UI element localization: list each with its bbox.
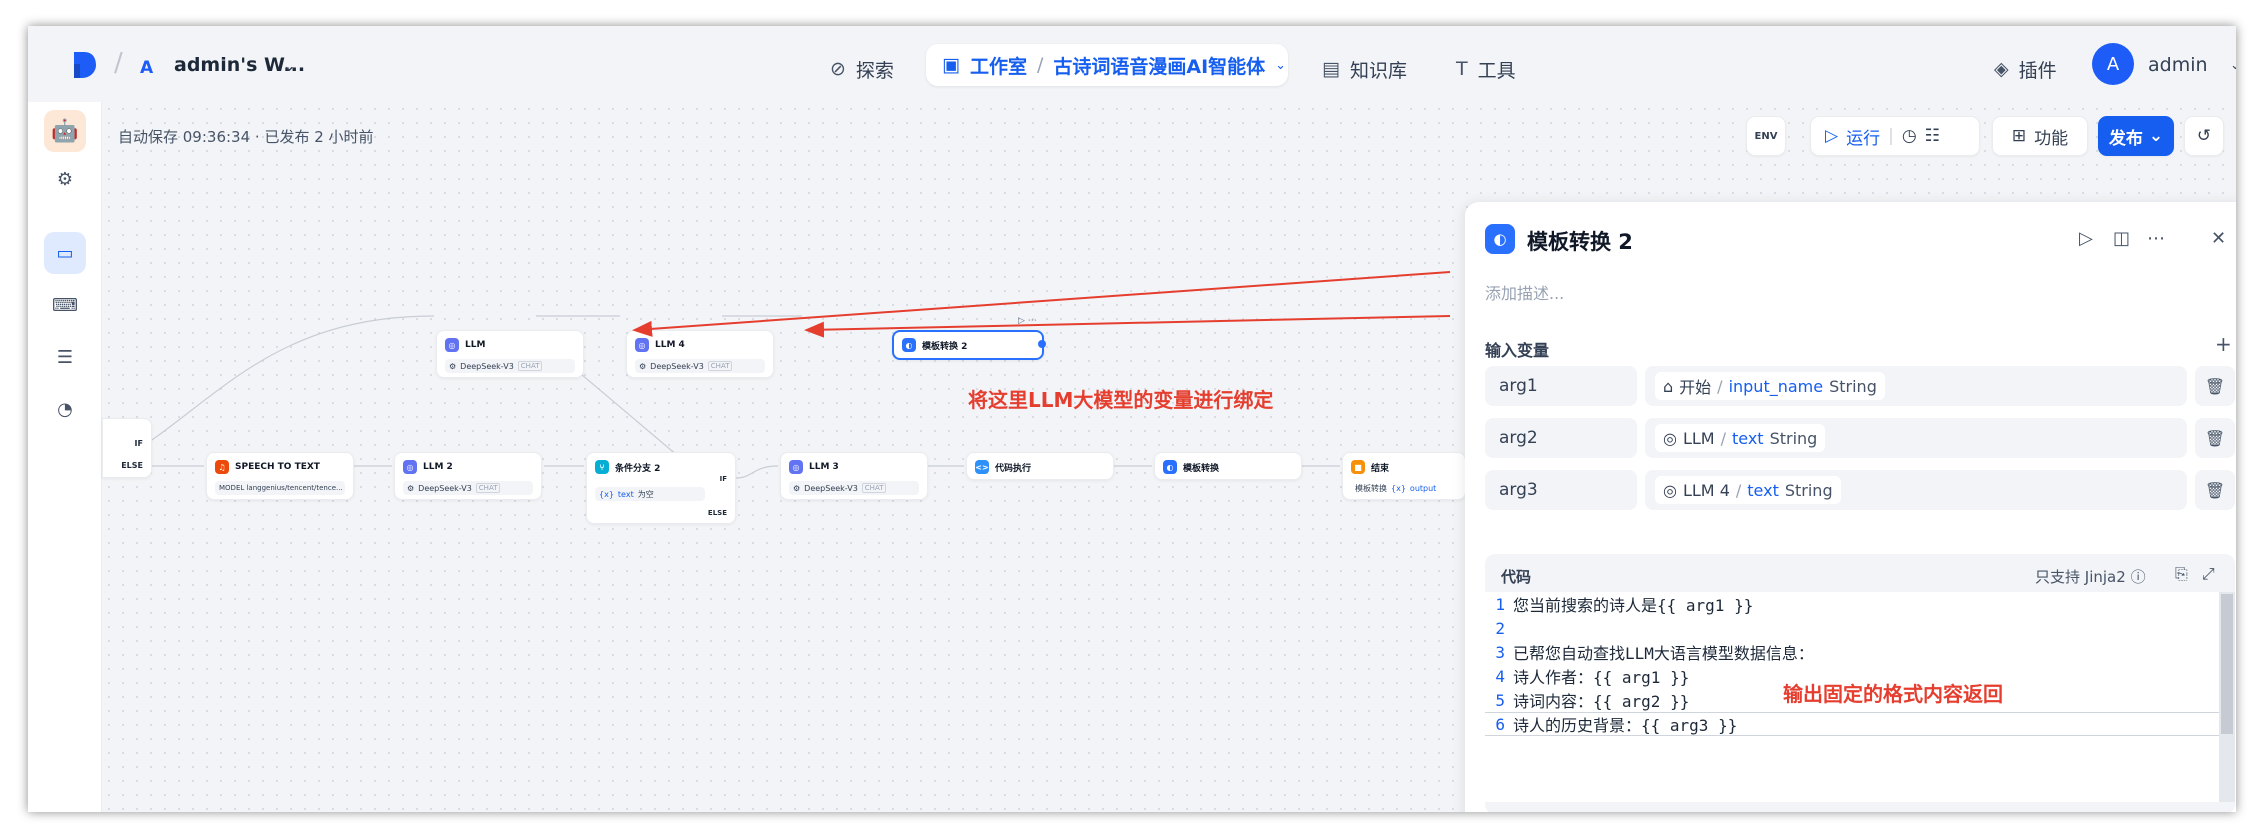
code-tools: ⎘⤢: [2175, 564, 2229, 584]
ref-type: String: [1769, 428, 1818, 448]
panel-title[interactable]: 模板转换 2: [1527, 226, 1633, 256]
run-button[interactable]: 运行: [1846, 124, 1880, 149]
llm-icon: ◎: [1663, 480, 1677, 500]
node-config-panel: ◐ 模板转换 2 ▷ ◫ ⋯ ✕ 添加描述... 输入变量 + arg1 ⌂ 开始…: [1465, 202, 2236, 812]
ref-node: LLM: [1682, 428, 1715, 448]
version-history-icon[interactable]: ↺: [2184, 116, 2224, 156]
variable-ref[interactable]: ◎ LLM 4/text String: [1645, 470, 2187, 510]
variable-name[interactable]: arg2: [1485, 418, 1637, 458]
ref-var: text: [1747, 480, 1779, 500]
help-icon[interactable]: ⓘ: [2131, 568, 2146, 586]
play-icon[interactable]: ▷: [1825, 126, 1838, 146]
code-line: 2: [1495, 618, 1505, 638]
variable-ref[interactable]: ⌂ 开始 / input_name String: [1645, 366, 2187, 406]
divider: |: [1888, 126, 1894, 146]
llm-icon: ◎: [1663, 428, 1677, 448]
more-icon[interactable]: ⋯: [2147, 228, 2165, 249]
ref-node: LLM 4: [1682, 480, 1730, 500]
code-label: 代码: [1501, 568, 1532, 586]
publish-label: 发布: [2108, 128, 2143, 149]
trash-icon[interactable]: 🗑: [2195, 470, 2235, 510]
ref-type: String: [1829, 376, 1877, 396]
annotation-output: 输出固定的格式内容返回: [1783, 682, 2003, 706]
ref-var: input_name: [1728, 376, 1824, 396]
ref-node: 开始: [1679, 378, 1712, 397]
close-icon[interactable]: ✕: [2211, 228, 2226, 249]
checklist-icon[interactable]: ☷: [1925, 126, 1940, 146]
save-status: 自动保存 09:36:34 · 已发布 2 小时前: [118, 128, 374, 146]
scrollbar-thumb[interactable]: [2221, 594, 2233, 734]
code-line: 1 您当前搜索的诗人是{{ arg1 }}: [1495, 594, 1754, 616]
trash-icon[interactable]: 🗑: [2195, 366, 2235, 406]
variable-name[interactable]: arg1: [1485, 366, 1637, 406]
app-window: / A admin's W... ⌄ ⊘ 探索 ▣ 工作室 / 古诗词语音漫画A…: [28, 26, 2236, 812]
annotation-bind: 将这里LLM大模型的变量进行绑定: [968, 388, 1274, 412]
features-button[interactable]: ⊞ 功能: [1992, 116, 2088, 156]
template-icon: ◐: [1485, 224, 1515, 254]
expand-icon[interactable]: ⤢: [2202, 564, 2229, 583]
ref-var: text: [1732, 428, 1764, 448]
features-label: 功能: [2034, 128, 2069, 149]
publish-button[interactable]: 发布 ⌄: [2098, 116, 2174, 156]
features-icon: ⊞: [2011, 126, 2027, 146]
home-icon: ⌂: [1663, 376, 1674, 396]
variable-ref[interactable]: ◎ LLM / text String: [1645, 418, 2187, 458]
ref-type: String: [1784, 480, 1833, 500]
history-check-icon[interactable]: ◷: [1902, 126, 1917, 146]
add-variable-icon[interactable]: +: [2215, 332, 2232, 356]
copy-icon[interactable]: ⎘: [2175, 564, 2202, 583]
code-line: 3 已帮您自动查找LLM大语言模型数据信息：: [1495, 642, 1814, 664]
variable-name[interactable]: arg3: [1485, 470, 1637, 510]
jinja-label: 只支持 Jinja2: [2035, 568, 2126, 586]
chevron-down-icon: ⌄: [2148, 126, 2164, 146]
jinja-support: 只支持 Jinja2 ⓘ: [2035, 566, 2146, 587]
code-line-current: 6 诗人的历史背景：{{ arg3 }}: [1485, 712, 2219, 736]
env-button[interactable]: ENV: [1746, 116, 1786, 156]
description-input[interactable]: 添加描述...: [1485, 280, 1564, 304]
split-view-icon[interactable]: ◫: [2113, 228, 2130, 249]
run-step-icon[interactable]: ▷: [2079, 228, 2093, 249]
trash-icon[interactable]: 🗑: [2195, 418, 2235, 458]
run-group: ▷ 运行 | ◷ ☷: [1810, 116, 1980, 156]
inputs-label: 输入变量: [1485, 341, 1550, 360]
